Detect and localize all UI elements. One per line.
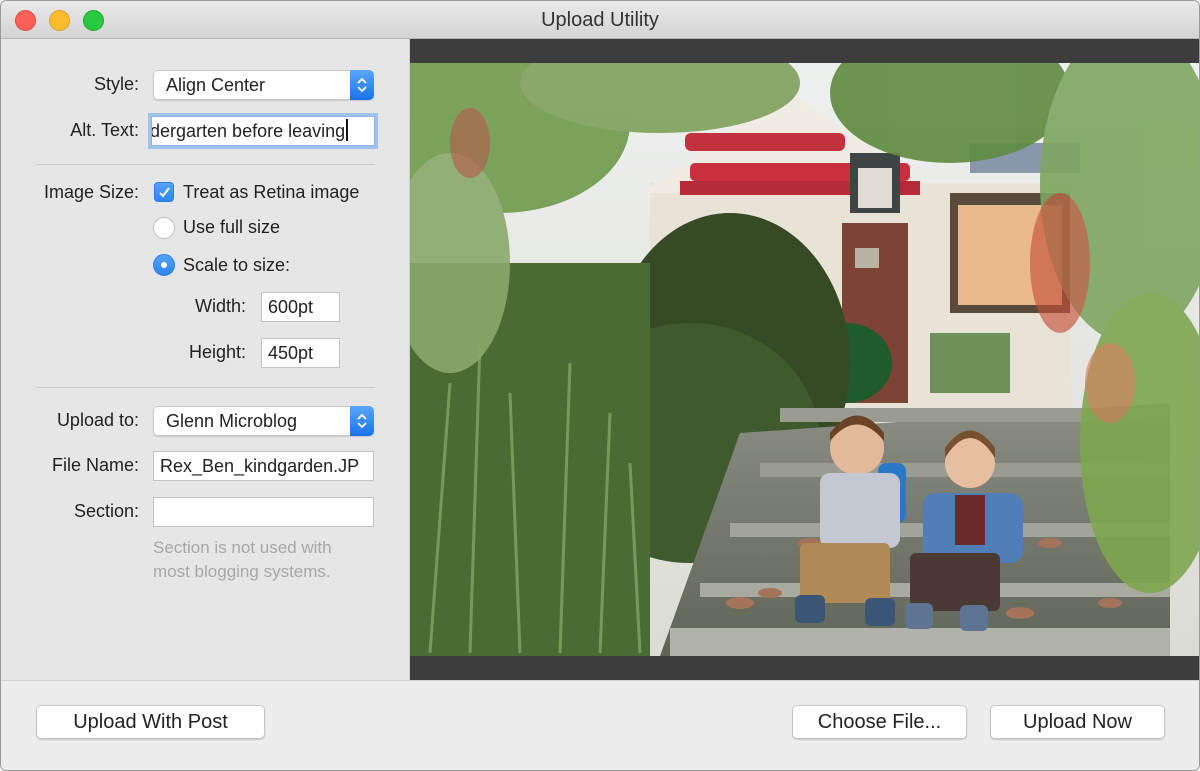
file-name-input[interactable]: Rex_Ben_kindgarden.JP bbox=[153, 451, 374, 481]
style-label: Style: bbox=[93, 74, 139, 94]
width-input[interactable]: 600pt bbox=[261, 292, 340, 322]
section-input[interactable] bbox=[153, 497, 374, 527]
upload-to-label: Upload to: bbox=[56, 410, 139, 430]
use-full-size-radio[interactable] bbox=[153, 217, 175, 239]
height-label: Height: bbox=[188, 342, 246, 362]
preview-photo bbox=[410, 63, 1199, 656]
divider bbox=[36, 164, 375, 165]
upload-now-button[interactable]: Upload Now bbox=[990, 705, 1165, 739]
alt-text-value: dergarten before leaving bbox=[151, 121, 346, 141]
photo-illustration bbox=[410, 63, 1199, 656]
file-name-label: File Name: bbox=[51, 455, 139, 475]
height-input[interactable]: 450pt bbox=[261, 338, 340, 368]
section-label: Section: bbox=[73, 501, 139, 521]
style-popup[interactable]: Align Center bbox=[153, 70, 374, 100]
retina-checkbox[interactable] bbox=[154, 182, 174, 202]
upload-utility-window: Upload Utility Style: Align Center Alt. … bbox=[0, 0, 1200, 771]
width-label: Width: bbox=[194, 296, 246, 316]
section-hint-line1: Section is not used with bbox=[153, 538, 332, 557]
scale-to-size-radio[interactable] bbox=[153, 254, 175, 276]
window-title: Upload Utility bbox=[541, 9, 659, 31]
upload-to-popup[interactable]: Glenn Microblog bbox=[153, 406, 374, 436]
checkmark-icon bbox=[159, 187, 170, 198]
settings-panel: Style: Align Center Alt. Text: dergarten… bbox=[1, 39, 410, 680]
image-size-label: Image Size: bbox=[43, 182, 139, 202]
alt-text-input[interactable]: dergarten before leaving bbox=[151, 116, 375, 146]
title-bar: Upload Utility bbox=[1, 1, 1199, 39]
upload-with-post-button[interactable]: Upload With Post bbox=[36, 705, 265, 739]
divider bbox=[36, 387, 375, 388]
button-bar: Upload With Post Choose File... Upload N… bbox=[1, 680, 1199, 770]
text-caret bbox=[346, 119, 349, 141]
image-preview-area bbox=[410, 39, 1199, 680]
choose-file-button[interactable]: Choose File... bbox=[792, 705, 967, 739]
use-full-size-label: Use full size bbox=[183, 217, 281, 237]
popup-stepper-icon bbox=[350, 70, 374, 100]
style-value: Align Center bbox=[166, 75, 266, 95]
upload-to-value: Glenn Microblog bbox=[166, 411, 298, 431]
section-hint-line2: most blogging systems. bbox=[153, 562, 331, 581]
alt-text-label: Alt. Text: bbox=[70, 120, 139, 140]
scale-to-size-label: Scale to size: bbox=[183, 255, 291, 275]
popup-stepper-icon bbox=[350, 406, 374, 436]
retina-label: Treat as Retina image bbox=[183, 182, 360, 202]
